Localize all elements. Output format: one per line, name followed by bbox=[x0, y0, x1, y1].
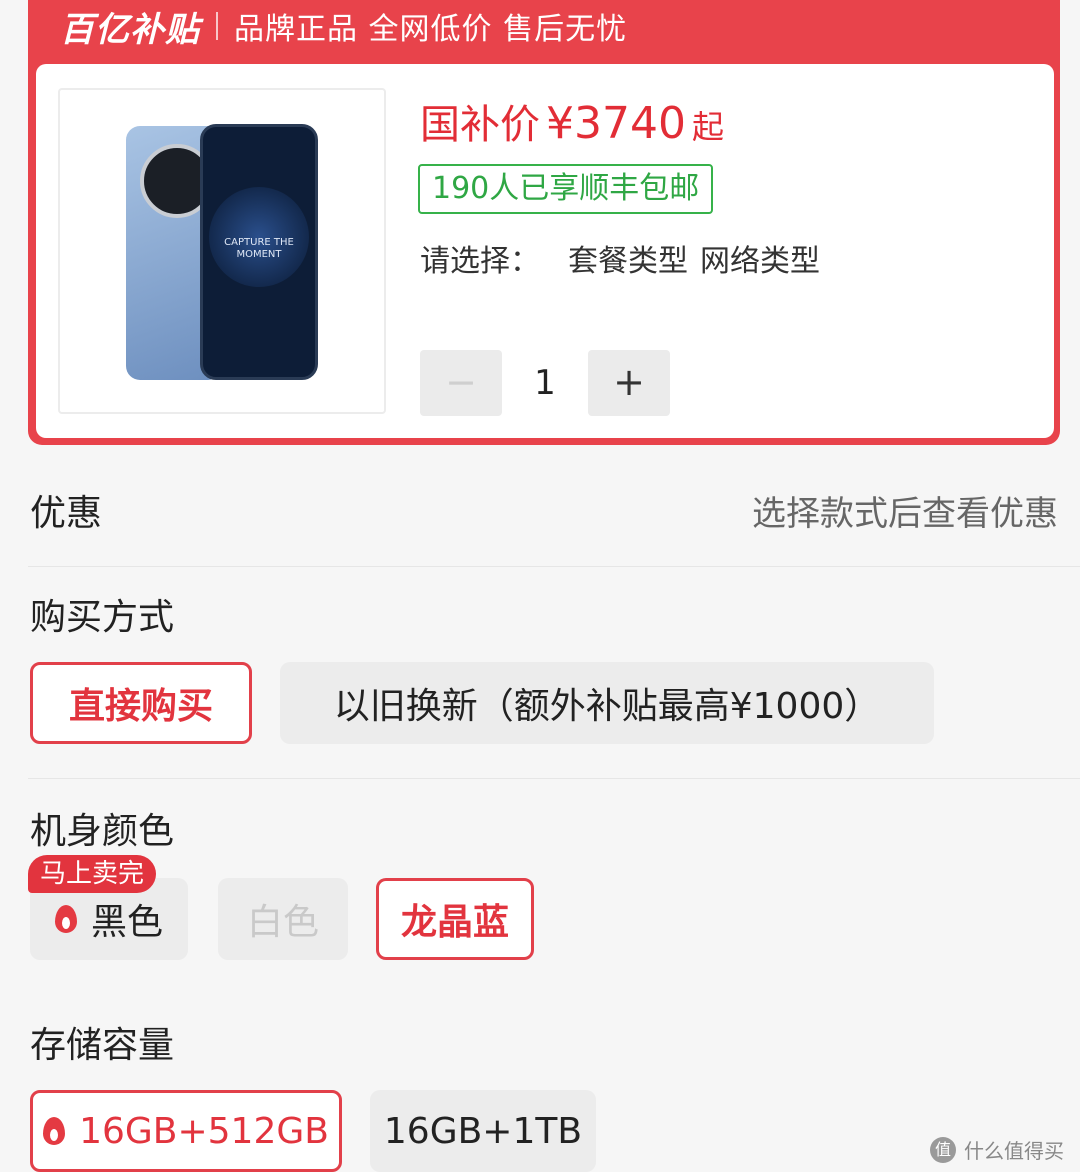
select-prompt[interactable]: 请选择： 套餐类型 网络类型 bbox=[420, 236, 820, 280]
select-label: 请选择： bbox=[420, 244, 540, 279]
quantity-decrease-button[interactable]: − bbox=[420, 350, 502, 416]
shipping-badge: 190人已享顺丰包邮 bbox=[418, 164, 714, 214]
color-option-white[interactable]: 白色 bbox=[218, 878, 348, 960]
divider bbox=[28, 778, 1080, 779]
watermark-text: 什么值得买 bbox=[964, 1139, 1064, 1163]
storage-option-1tb[interactable]: 16GB+1TB bbox=[370, 1090, 596, 1172]
banner-divider bbox=[216, 12, 218, 40]
watermark-logo-icon: 值 bbox=[930, 1136, 956, 1163]
product-card: CAPTURE THE MOMENT 国补价 ¥3740 起 190人已享顺丰包… bbox=[36, 64, 1054, 438]
storage-option-512gb[interactable]: 16GB+512GB bbox=[30, 1090, 342, 1172]
banner-header: 百亿补贴 品牌正品 全网低价 售后无忧 bbox=[60, 0, 627, 52]
banner-slogan: 品牌正品 全网低价 售后无忧 bbox=[234, 12, 628, 47]
storage-label: 存储容量 bbox=[30, 1025, 175, 1066]
fire-icon bbox=[54, 905, 77, 933]
product-image[interactable]: CAPTURE THE MOMENT bbox=[58, 88, 386, 414]
price-row: 国补价 ¥3740 起 bbox=[420, 92, 724, 150]
quantity-stepper: − 1 + bbox=[420, 350, 670, 416]
fire-icon bbox=[43, 1117, 66, 1145]
color-option-label: 黑色 bbox=[90, 902, 163, 943]
select-network-type[interactable]: 网络类型 bbox=[700, 236, 820, 280]
quantity-increase-button[interactable]: + bbox=[588, 350, 670, 416]
watermark: 值 什么值得买 bbox=[930, 1135, 1064, 1164]
price-label: 国补价 bbox=[420, 102, 540, 148]
option-trade-in[interactable]: 以旧换新（额外补贴最高¥1000） bbox=[280, 662, 934, 744]
price-value: ¥3740 bbox=[546, 98, 686, 149]
select-package-type[interactable]: 套餐类型 bbox=[568, 236, 688, 280]
storage-option-label: 16GB+512GB bbox=[79, 1110, 329, 1152]
screen-text: CAPTURE THE MOMENT bbox=[224, 237, 294, 260]
option-direct-buy[interactable]: 直接购买 bbox=[30, 662, 252, 744]
discount-label: 优惠 bbox=[30, 493, 103, 534]
hot-sale-badge: 马上卖完 bbox=[28, 855, 157, 893]
discount-hint[interactable]: 选择款式后查看优惠 bbox=[752, 486, 1058, 535]
price-suffix: 起 bbox=[691, 108, 724, 146]
divider bbox=[28, 566, 1080, 567]
subsidy-logo: 百亿补贴 bbox=[60, 9, 200, 50]
color-label: 机身颜色 bbox=[30, 811, 175, 852]
quantity-value: 1 bbox=[534, 363, 556, 403]
phone-front-image: CAPTURE THE MOMENT bbox=[200, 124, 318, 380]
purchase-method-label: 购买方式 bbox=[30, 597, 175, 638]
color-option-dragon-blue[interactable]: 龙晶蓝 bbox=[376, 878, 534, 960]
